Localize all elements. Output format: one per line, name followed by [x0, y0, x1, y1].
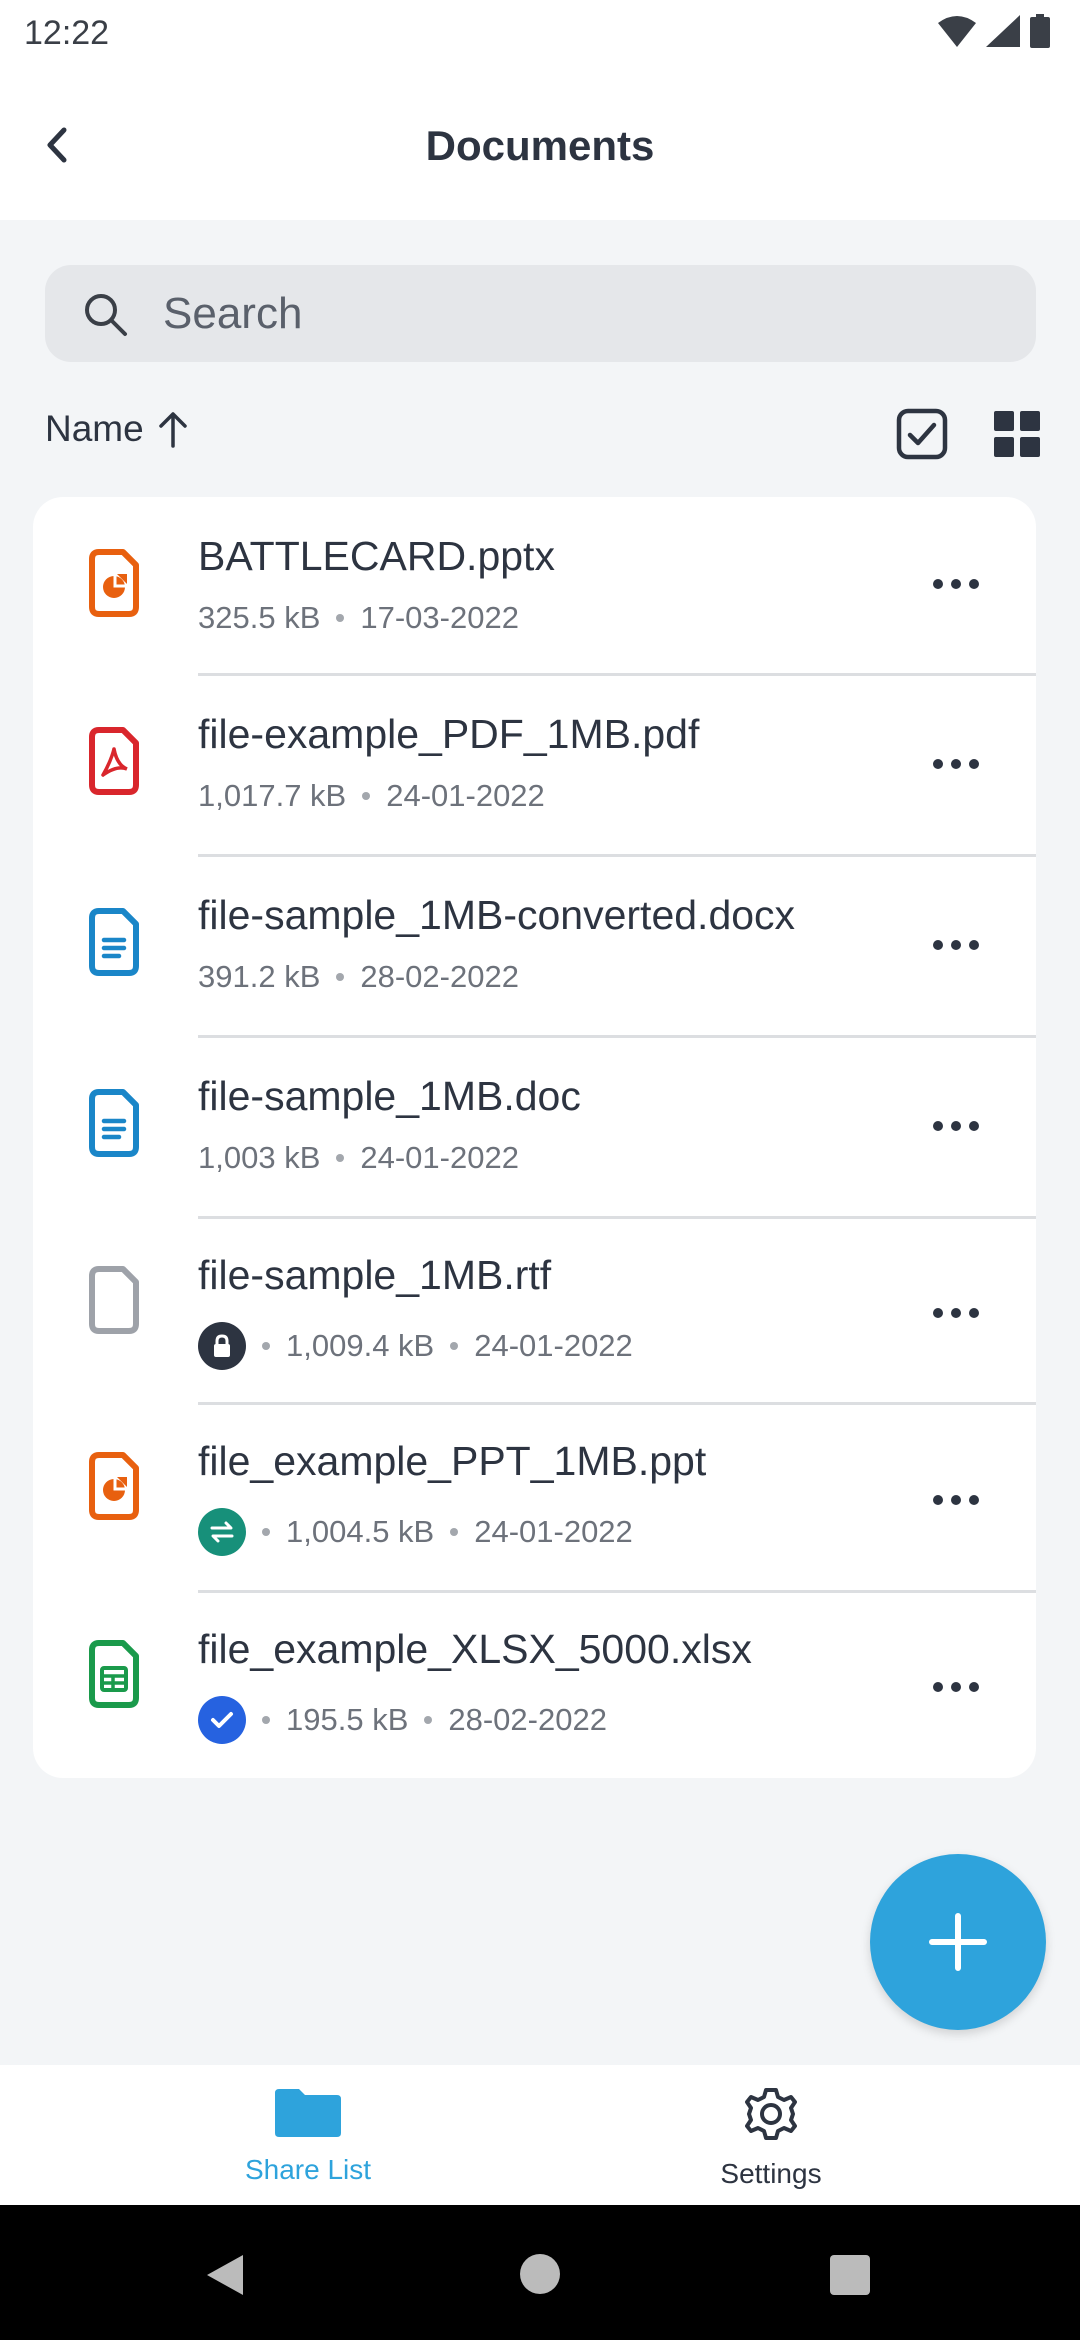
file-date: 24-01-2022 [386, 778, 545, 813]
separator-dot [262, 1528, 270, 1536]
arrow-up-icon [158, 412, 187, 448]
search-icon [85, 293, 127, 336]
separator-dot [336, 973, 345, 981]
file-meta: 1,009.4 kB 24-01-2022 [198, 1322, 633, 1370]
file-size: 391.2 kB [198, 959, 321, 994]
file-list: BATTLECARD.pptx 325.5 kB 17-03-2022 file-… [33, 497, 1036, 1778]
file-row[interactable]: file_example_PPT_1MB.ppt 1,004.5 kB 24-01… [33, 1404, 1036, 1593]
file-meta: 1,003 kB 24-01-2022 [198, 1140, 519, 1176]
file-name: file-sample_1MB-converted.docx [198, 892, 796, 938]
file-name: file-sample_1MB.doc [198, 1073, 581, 1119]
file-name: file-example_PDF_1MB.pdf [198, 711, 700, 757]
nav-label: Share List [244, 2154, 372, 2185]
add-file-button[interactable] [870, 1854, 1046, 2030]
signal-icon [986, 15, 1020, 47]
file-name: file-sample_1MB.rtf [198, 1252, 552, 1298]
file-size: 325.5 kB [198, 600, 321, 635]
system-recents-icon[interactable] [830, 2255, 870, 2295]
presentation-file-icon [89, 1452, 139, 1520]
status-time: 12:22 [24, 14, 110, 52]
file-row[interactable]: file-example_PDF_1MB.pdf 1,017.7 kB 24-01… [33, 675, 1036, 857]
nav-share-list[interactable]: Share List [158, 2085, 458, 2186]
file-row[interactable]: file_example_XLSX_5000.xlsx 195.5 kB 28-0… [33, 1592, 1036, 1778]
file-meta: 1,017.7 kB 24-01-2022 [198, 778, 545, 814]
file-meta: 195.5 kB 28-02-2022 [198, 1696, 607, 1744]
file-name: BATTLECARD.pptx [198, 533, 555, 579]
more-options-button[interactable] [926, 925, 986, 965]
search-input[interactable]: Search [45, 265, 1036, 362]
file-size: 1,009.4 kB [286, 1328, 435, 1363]
separator-dot [262, 1342, 270, 1350]
gear-icon [745, 2088, 797, 2140]
file-size: 1,003 kB [198, 1140, 321, 1175]
file-row[interactable]: BATTLECARD.pptx 325.5 kB 17-03-2022 [33, 497, 1036, 676]
file-date: 24-01-2022 [474, 1328, 633, 1363]
select-checkbox-icon[interactable] [896, 408, 948, 460]
sync-badge-icon [198, 1508, 246, 1556]
separator-dot [336, 1154, 345, 1162]
page-title: Documents [425, 122, 655, 169]
file-date: 28-02-2022 [360, 959, 519, 994]
separator-dot [450, 1528, 459, 1536]
more-options-button[interactable] [926, 1106, 986, 1146]
separator-dot [450, 1342, 459, 1350]
system-home-icon[interactable] [519, 2253, 561, 2295]
more-options-button[interactable] [926, 564, 986, 604]
bottom-navigation: Share List Settings [0, 2065, 1080, 2205]
grid-view-icon[interactable] [994, 411, 1040, 457]
system-back-icon[interactable] [205, 2253, 245, 2297]
file-row[interactable]: file-sample_1MB.rtf 1,009.4 kB 24-01-2022 [33, 1218, 1036, 1405]
separator-dot [424, 1716, 433, 1724]
sort-button[interactable]: Name [45, 408, 190, 450]
file-size: 195.5 kB [286, 1702, 409, 1737]
search-placeholder: Search [163, 288, 303, 338]
file-row[interactable]: file-sample_1MB.doc 1,003 kB 24-01-2022 [33, 1037, 1036, 1219]
file-date: 17-03-2022 [360, 600, 519, 635]
more-options-button[interactable] [926, 1667, 986, 1707]
nav-label: Settings [720, 2158, 822, 2189]
document-file-icon [89, 1089, 139, 1157]
pdf-file-icon [89, 727, 139, 795]
file-size: 1,017.7 kB [198, 778, 347, 813]
generic-file-icon [89, 1266, 139, 1334]
status-bar: 12:22 [0, 0, 1080, 70]
spreadsheet-file-icon [89, 1640, 139, 1708]
file-row[interactable]: file-sample_1MB-converted.docx 391.2 kB 2… [33, 856, 1036, 1038]
check-badge-icon [198, 1696, 246, 1744]
file-date: 24-01-2022 [360, 1140, 519, 1175]
file-meta: 325.5 kB 17-03-2022 [198, 600, 519, 636]
separator-dot [336, 614, 345, 622]
presentation-file-icon [89, 549, 139, 617]
sort-label: Name [45, 408, 144, 449]
nav-settings[interactable]: Settings [621, 2085, 921, 2190]
system-navigation-bar [0, 2205, 1080, 2340]
wifi-icon [938, 16, 976, 47]
plus-icon [929, 1913, 987, 1971]
more-options-button[interactable] [926, 1480, 986, 1520]
file-meta: 391.2 kB 28-02-2022 [198, 959, 519, 995]
file-name: file_example_PPT_1MB.ppt [198, 1438, 707, 1484]
file-date: 24-01-2022 [474, 1514, 633, 1549]
more-options-button[interactable] [926, 744, 986, 784]
file-meta: 1,004.5 kB 24-01-2022 [198, 1508, 633, 1556]
file-name: file_example_XLSX_5000.xlsx [198, 1626, 752, 1672]
lock-badge-icon [198, 1322, 246, 1370]
separator-dot [262, 1716, 270, 1724]
folder-icon [275, 2089, 341, 2137]
document-file-icon [89, 908, 139, 976]
app-header: Documents [0, 70, 1080, 220]
battery-icon [1030, 14, 1050, 48]
more-options-button[interactable] [926, 1293, 986, 1333]
file-date: 28-02-2022 [448, 1702, 607, 1737]
separator-dot [362, 792, 371, 800]
file-size: 1,004.5 kB [286, 1514, 435, 1549]
